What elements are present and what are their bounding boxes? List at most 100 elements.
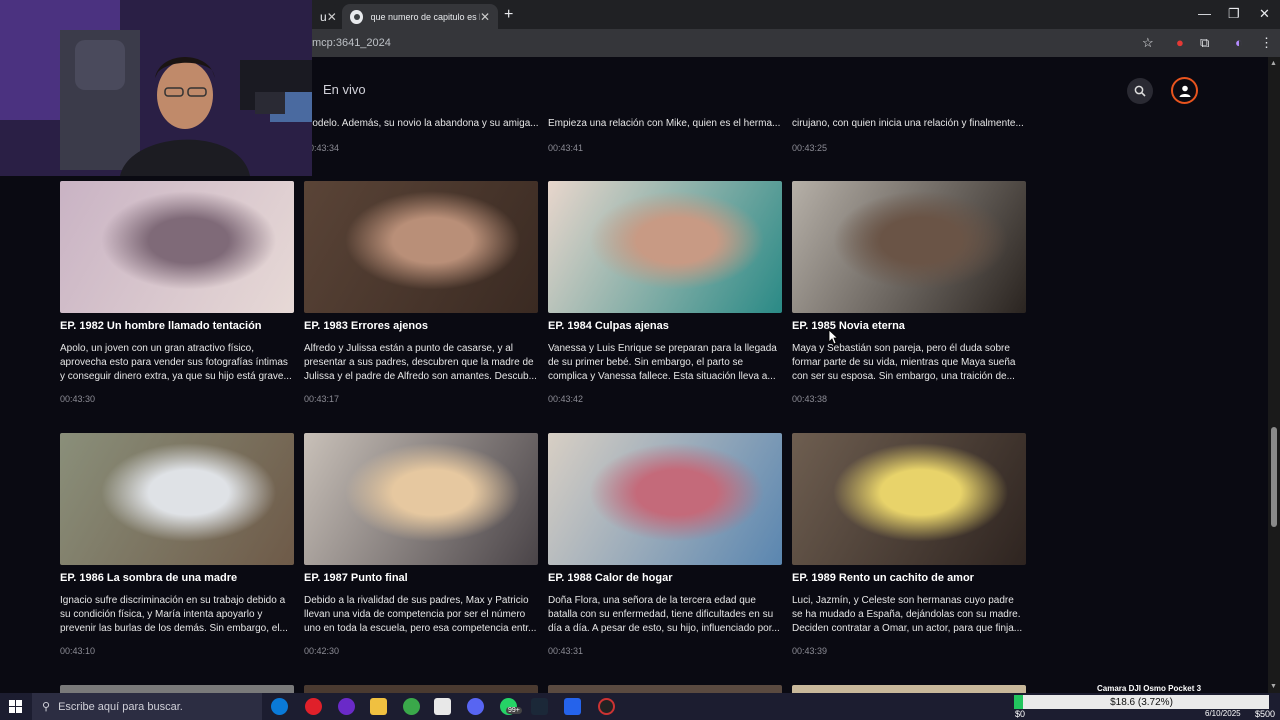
episode-title[interactable]: EP. 1987 Punto final xyxy=(304,572,538,584)
close-icon[interactable]: ✕ xyxy=(327,10,337,24)
search-icon xyxy=(1134,85,1146,97)
episode-card[interactable]: EP. 1982 Un hombre llamado tentación Apo… xyxy=(60,181,294,404)
episode-title[interactable]: EP. 1989 Rento un cachito de amor xyxy=(792,572,1026,584)
page-scrollbar[interactable]: ▲ ▼ xyxy=(1268,57,1280,693)
episode-card[interactable]: EP. 1988 Calor de hogar Doña Flora, una … xyxy=(548,433,782,656)
tab-previous-label: u xyxy=(320,9,327,24)
episode-thumbnail[interactable] xyxy=(304,685,538,693)
episode-title[interactable]: EP. 1983 Errores ajenos xyxy=(304,320,538,332)
episode-description: Alfredo y Julissa están a punto de casar… xyxy=(304,343,537,382)
episode-card[interactable]: EP. 1986 La sombra de una madre Ignacio … xyxy=(60,433,294,656)
episode-duration: 00:43:30 xyxy=(60,394,96,404)
episode-description: Debido a la rivalidad de sus padres, Max… xyxy=(304,595,537,634)
episode-duration: 00:42:30 xyxy=(304,646,340,656)
episode-duration: 00:43:39 xyxy=(792,646,828,656)
taskbar-search-placeholder: Escribe aquí para buscar. xyxy=(58,700,183,713)
windows-start-icon[interactable] xyxy=(9,700,22,713)
balance-right: $500 xyxy=(1255,709,1276,719)
episode-card[interactable]: EP. 1987 Punto final Debido a la rivalid… xyxy=(304,433,538,656)
scroll-down-icon[interactable]: ▼ xyxy=(1270,683,1277,690)
episode-duration: 00:43:41 xyxy=(548,143,584,153)
whatsapp-badge: 99+ xyxy=(506,707,522,714)
episode-card[interactable]: EP. 1985 Novia eterna Maya y Sebastián s… xyxy=(792,181,1026,404)
price-ticker: $18.6 (3.72%) xyxy=(1014,695,1269,709)
episode-thumbnail[interactable] xyxy=(304,181,538,313)
user-icon xyxy=(1179,85,1190,97)
episode-thumbnail[interactable] xyxy=(548,433,782,565)
nav-live[interactable]: En vivo xyxy=(323,82,366,97)
episode-description: Apolo, un joven con un gran atractivo fí… xyxy=(60,343,292,382)
episode-duration: 00:43:25 xyxy=(792,143,828,153)
close-window-icon[interactable]: ✕ xyxy=(1259,6,1270,22)
episode-description: Vanessa y Luis Enrique se preparan para … xyxy=(548,343,777,382)
file-explorer-icon[interactable] xyxy=(370,698,387,715)
camera-label: Camara DJI Osmo Pocket 3 xyxy=(1097,684,1202,693)
balance-left: $0 xyxy=(1015,709,1026,719)
menu-kebab-icon[interactable]: ⋮ xyxy=(1260,35,1273,51)
url-field[interactable]: mcp:3641_2024 xyxy=(312,37,391,49)
episode-duration: 00:43:17 xyxy=(304,394,340,404)
tab-active[interactable]: que numero de capitulo es la s ✕ xyxy=(342,4,498,29)
episode-thumbnail[interactable] xyxy=(304,433,538,565)
chrome-icon[interactable] xyxy=(403,698,420,715)
calendar-icon[interactable] xyxy=(434,698,451,715)
episode-card[interactable]: EP. 1989 Rento un cachito de amor Luci, … xyxy=(792,433,1026,656)
episode-title[interactable]: EP. 1988 Calor de hogar xyxy=(548,572,782,584)
google-icon xyxy=(350,9,363,24)
price-progress-fill xyxy=(1014,695,1024,709)
tab-active-label: que numero de capitulo es la s xyxy=(370,11,480,22)
episode-description: modelo. Además, su novio la abandona y s… xyxy=(304,118,538,129)
obs-icon[interactable] xyxy=(598,698,615,715)
episode-description: Maya y Sebastián son pareja, pero él dud… xyxy=(792,343,1016,382)
search-button[interactable] xyxy=(1127,78,1153,104)
episode-description: cirujano, con quien inicia una relación … xyxy=(792,118,1024,129)
episode-card[interactable]: EP. 1983 Errores ajenos Alfredo y Juliss… xyxy=(304,181,538,404)
mouse-cursor-icon xyxy=(828,329,838,345)
episode-duration: 00:43:10 xyxy=(60,646,96,656)
episode-card[interactable]: EP. 1984 Culpas ajenas Vanessa y Luis En… xyxy=(548,181,782,404)
episode-duration: 00:43:31 xyxy=(548,646,584,656)
episode-title[interactable]: EP. 1984 Culpas ajenas xyxy=(548,320,782,332)
episode-description: Doña Flora, una señora de la tercera eda… xyxy=(548,595,780,634)
streamlabs-icon[interactable] xyxy=(564,698,581,715)
episode-duration: 00:43:38 xyxy=(792,394,828,404)
episode-thumbnail[interactable] xyxy=(60,685,294,693)
episode-thumbnail[interactable] xyxy=(792,433,1026,565)
episode-description: Ignacio sufre discriminación en su traba… xyxy=(60,595,288,634)
discord-icon[interactable] xyxy=(467,698,484,715)
episode-description: Empieza una relación con Mike, quien es … xyxy=(548,118,781,129)
extension-icon[interactable]: ● xyxy=(1176,35,1184,50)
episode-thumbnail[interactable] xyxy=(60,433,294,565)
episode-thumbnail[interactable] xyxy=(548,181,782,313)
new-tab-icon[interactable]: + xyxy=(504,6,513,24)
streamer-webcam-image xyxy=(0,0,312,176)
bookmark-star-icon[interactable]: ☆ xyxy=(1142,35,1154,51)
episode-title[interactable]: EP. 1986 La sombra de una madre xyxy=(60,572,294,584)
close-icon[interactable]: ✕ xyxy=(480,10,490,24)
opera-gx-icon[interactable] xyxy=(338,698,355,715)
minimize-icon[interactable]: — xyxy=(1198,6,1211,21)
restore-icon[interactable]: ❐ xyxy=(1228,6,1240,22)
price-text: $18.6 (3.72%) xyxy=(1110,696,1173,708)
episode-thumbnail[interactable] xyxy=(792,685,1026,693)
windows-taskbar: ⚲ Escribe aquí para buscar. 99+ Camara D… xyxy=(0,684,1280,720)
episode-thumbnail[interactable] xyxy=(60,181,294,313)
taskbar-search-input[interactable]: ⚲ Escribe aquí para buscar. xyxy=(32,693,262,720)
webcam-overlay xyxy=(0,0,312,176)
scrollbar-thumb[interactable] xyxy=(1271,427,1277,527)
edge-icon[interactable] xyxy=(271,698,288,715)
profile-icon[interactable]: ◐ xyxy=(1235,35,1243,50)
extensions-puzzle-icon[interactable]: ⧉ xyxy=(1200,35,1209,51)
taskbar-date: 6/10/2025 xyxy=(1205,709,1241,718)
scroll-up-icon[interactable]: ▲ xyxy=(1270,60,1277,67)
episode-description: Luci, Jazmín, y Celeste son hermanas cuy… xyxy=(792,595,1023,634)
opera-icon[interactable] xyxy=(305,698,322,715)
episode-thumbnail[interactable] xyxy=(792,181,1026,313)
tab-previous[interactable]: u ✕ xyxy=(312,4,342,29)
steam-icon[interactable] xyxy=(531,698,548,715)
account-button[interactable] xyxy=(1171,77,1198,104)
episode-title[interactable]: EP. 1982 Un hombre llamado tentación xyxy=(60,320,294,332)
episode-duration: 00:43:42 xyxy=(548,394,584,404)
episode-grid: modelo. Además, su novio la abandona y s… xyxy=(0,117,1268,693)
episode-thumbnail[interactable] xyxy=(548,685,782,693)
